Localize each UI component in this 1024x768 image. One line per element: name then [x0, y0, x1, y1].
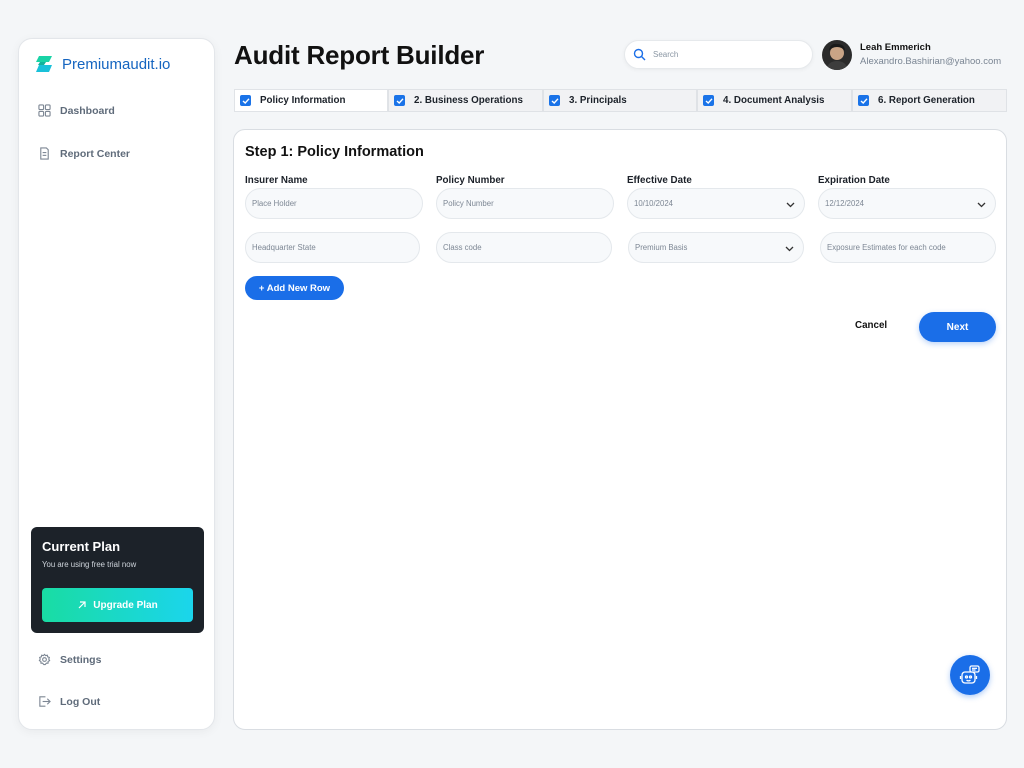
document-icon	[40, 147, 49, 160]
avatar[interactable]	[822, 40, 852, 70]
checkbox-checked-icon	[703, 95, 714, 106]
exposure-estimates-field[interactable]	[820, 232, 996, 263]
checkbox-checked-icon	[549, 95, 560, 106]
brand-name: Premiumaudit.io	[62, 55, 171, 73]
user-email: Alexandro.Bashirian@yahoo.com	[860, 56, 1002, 67]
chevron-down-icon	[786, 202, 795, 208]
insurer-name-label: Insurer Name	[245, 175, 308, 186]
add-new-row-button[interactable]: + Add New Row	[245, 276, 344, 300]
sidebar-item-label: Report Center	[60, 147, 131, 160]
policy-number-input[interactable]	[443, 199, 613, 208]
upgrade-plan-button[interactable]: Upgrade Plan	[42, 588, 193, 622]
sidebar-item-settings[interactable]: Settings	[38, 653, 101, 666]
policy-number-field[interactable]	[436, 188, 614, 219]
checkbox-checked-icon	[240, 95, 251, 106]
tab-label: 3. Principals	[569, 95, 627, 106]
tab-label: 4. Document Analysis	[723, 95, 825, 106]
checkbox-checked-icon	[394, 95, 405, 106]
search-bar[interactable]	[624, 40, 813, 69]
sidebar-item-dashboard[interactable]: Dashboard	[38, 104, 115, 117]
tab-report-generation[interactable]: 6. Report Generation	[852, 89, 1007, 112]
current-plan-card: Current Plan You are using free trial no…	[31, 527, 204, 633]
tab-principals[interactable]: 3. Principals	[543, 89, 697, 112]
policy-information-form: Step 1: Policy Information Insurer Name …	[233, 129, 1007, 730]
chevron-down-icon	[977, 202, 986, 208]
class-code-field[interactable]	[436, 232, 612, 263]
upgrade-plan-label: Upgrade Plan	[93, 599, 158, 611]
premium-basis-value: Premium Basis	[635, 243, 688, 252]
tab-label: 6. Report Generation	[878, 95, 975, 106]
search-input[interactable]	[653, 50, 793, 59]
plan-title: Current Plan	[42, 539, 121, 554]
page-title: Audit Report Builder	[234, 40, 485, 70]
sidebar-item-label: Dashboard	[60, 104, 115, 117]
brand[interactable]: Premiumaudit.io	[34, 54, 170, 74]
user-photo-icon	[822, 40, 852, 70]
exposure-estimates-input[interactable]	[827, 243, 995, 252]
sidebar-item-logout[interactable]: Log Out	[38, 695, 100, 708]
user-name: Leah Emmerich	[860, 42, 931, 53]
logout-icon	[39, 696, 51, 707]
robot-icon	[959, 665, 980, 684]
headquarter-state-input[interactable]	[252, 243, 419, 252]
arrow-up-right-icon	[78, 601, 86, 609]
search-icon	[633, 48, 646, 61]
chevron-down-icon	[785, 246, 794, 252]
gear-icon	[38, 653, 51, 666]
checkbox-checked-icon	[858, 95, 869, 106]
expiration-date-select[interactable]: 12/12/2024	[818, 188, 996, 219]
tab-document-analysis[interactable]: 4. Document Analysis	[697, 89, 852, 112]
effective-date-select[interactable]: 10/10/2024	[627, 188, 805, 219]
effective-date-value: 10/10/2024	[634, 199, 674, 208]
logo-icon	[36, 56, 52, 72]
cancel-button[interactable]: Cancel	[855, 320, 887, 331]
step-title: Step 1: Policy Information	[245, 144, 424, 160]
policy-number-label: Policy Number	[436, 175, 505, 186]
insurer-name-input[interactable]	[252, 199, 422, 208]
headquarter-state-field[interactable]	[245, 232, 420, 263]
expiration-date-label: Expiration Date	[818, 175, 890, 186]
sidebar: Premiumaudit.io Dashboard Report Center …	[18, 38, 215, 730]
tab-business-operations[interactable]: 2. Business Operations	[388, 89, 543, 112]
class-code-input[interactable]	[443, 243, 611, 252]
next-button[interactable]: Next	[919, 312, 996, 342]
tab-label: Policy Information	[260, 95, 346, 106]
chatbot-button[interactable]	[950, 655, 990, 695]
tab-policy-information[interactable]: Policy Information	[234, 89, 388, 112]
grid-icon	[38, 104, 51, 117]
tab-label: 2. Business Operations	[414, 95, 523, 106]
plan-subtitle: You are using free trial now	[42, 560, 137, 569]
insurer-name-field[interactable]	[245, 188, 423, 219]
sidebar-item-label: Settings	[60, 653, 102, 666]
expiration-date-value: 12/12/2024	[825, 199, 865, 208]
sidebar-item-label: Log Out	[60, 695, 101, 708]
sidebar-item-report-center[interactable]: Report Center	[38, 147, 130, 160]
premium-basis-select[interactable]: Premium Basis	[628, 232, 804, 263]
effective-date-label: Effective Date	[627, 175, 692, 186]
